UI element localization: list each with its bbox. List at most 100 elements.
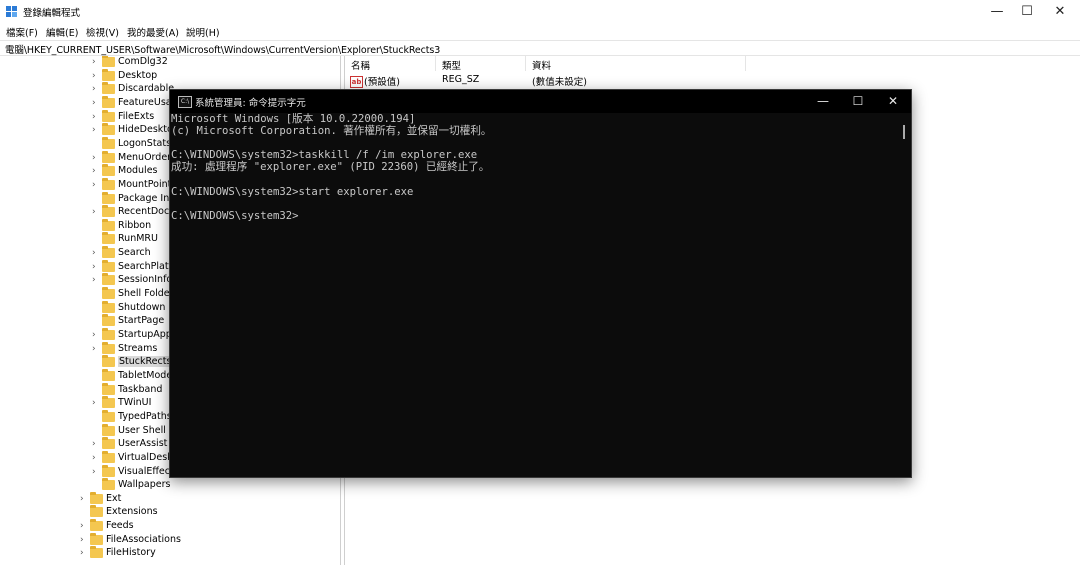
tree-item-label: TWinUI bbox=[118, 397, 152, 409]
chevron-right-icon[interactable]: › bbox=[92, 166, 100, 176]
tree-item-label: Ext bbox=[106, 492, 122, 504]
folder-icon bbox=[102, 82, 115, 95]
chevron-right-icon[interactable]: › bbox=[92, 344, 100, 354]
cmd-line: 成功: 處理程序 "explorer.exe" (PID 22360) 已經終止… bbox=[171, 161, 490, 174]
chevron-right-icon[interactable]: › bbox=[92, 125, 100, 135]
folder-icon bbox=[102, 450, 115, 463]
cmd-title: 系統管理員: 命令提示字元 bbox=[195, 98, 306, 109]
tree-item-label: Shutdown bbox=[118, 301, 166, 313]
chevron-right-icon[interactable]: › bbox=[92, 180, 100, 190]
folder-icon bbox=[102, 246, 115, 259]
chevron-right-icon[interactable]: › bbox=[80, 494, 88, 504]
tree-item-label: Feeds bbox=[106, 520, 134, 532]
chevron-right-icon[interactable]: › bbox=[92, 71, 100, 81]
chevron-right-icon[interactable]: › bbox=[92, 248, 100, 258]
menu-edit[interactable]: 編輯(E) bbox=[46, 25, 78, 39]
cmd-line bbox=[171, 137, 899, 149]
cmd-line: C:\WINDOWS\system32> bbox=[171, 209, 299, 222]
maximize-button[interactable]: ☐ bbox=[1010, 0, 1044, 24]
cmd-minimize-button[interactable]: — bbox=[806, 90, 840, 113]
folder-icon bbox=[102, 232, 115, 245]
cmd-icon: C:\ bbox=[178, 96, 192, 108]
folder-icon bbox=[102, 409, 115, 422]
tree-item-label: UserAssist bbox=[118, 438, 168, 450]
menu-help[interactable]: 說明(H) bbox=[186, 25, 220, 39]
folder-icon bbox=[102, 396, 115, 409]
chevron-right-icon[interactable]: › bbox=[92, 262, 100, 272]
chevron-right-icon[interactable]: › bbox=[92, 453, 100, 463]
minimize-button[interactable]: — bbox=[980, 0, 1014, 24]
column-header-type[interactable]: 類型 bbox=[442, 58, 461, 72]
chevron-right-icon[interactable]: › bbox=[92, 398, 100, 408]
cmd-close-button[interactable]: ✕ bbox=[876, 90, 910, 113]
tree-item-label: Ribbon bbox=[118, 219, 152, 231]
column-divider[interactable] bbox=[435, 56, 436, 71]
chevron-right-icon[interactable]: › bbox=[92, 153, 100, 163]
cmd-titlebar[interactable]: C:\ 系統管理員: 命令提示字元 — ☐ ✕ bbox=[170, 90, 911, 113]
tree-item-label: Desktop bbox=[118, 69, 158, 81]
tree-item-label: FileHistory bbox=[106, 547, 156, 559]
address-path[interactable]: 電腦\HKEY_CURRENT_USER\Software\Microsoft\… bbox=[5, 42, 440, 56]
folder-icon bbox=[90, 491, 103, 504]
folder-icon bbox=[102, 300, 115, 313]
cmd-line: (c) Microsoft Corporation. 著作權所有，並保留一切權利… bbox=[171, 125, 492, 138]
column-header-name[interactable]: 名稱 bbox=[351, 58, 370, 72]
menu-favorites[interactable]: 我的最愛(A) bbox=[127, 25, 179, 39]
folder-icon bbox=[102, 95, 115, 108]
folder-icon bbox=[102, 56, 115, 67]
tree-item-label: SessionInfo bbox=[118, 274, 173, 286]
folder-icon bbox=[102, 205, 115, 218]
folder-icon bbox=[102, 382, 115, 395]
menu-view[interactable]: 檢視(V) bbox=[86, 25, 119, 39]
cmd-line: C:\WINDOWS\system32>start explorer.exe bbox=[171, 185, 414, 198]
chevron-right-icon[interactable]: › bbox=[92, 330, 100, 340]
close-button[interactable]: ✕ bbox=[1043, 0, 1077, 24]
tree-item-label: RunMRU bbox=[118, 233, 158, 245]
chevron-right-icon[interactable]: › bbox=[92, 275, 100, 285]
folder-icon bbox=[102, 423, 115, 436]
folder-icon bbox=[102, 355, 115, 368]
cmd-line: C:\WINDOWS\system32>taskkill /f /im expl… bbox=[171, 149, 478, 162]
command-prompt-window[interactable]: C:\ 系統管理員: 命令提示字元 — ☐ ✕ Microsoft Window… bbox=[169, 89, 912, 478]
chevron-right-icon[interactable]: › bbox=[92, 207, 100, 217]
chevron-right-icon[interactable]: › bbox=[92, 467, 100, 477]
chevron-right-icon[interactable]: › bbox=[80, 535, 88, 545]
chevron-right-icon[interactable]: › bbox=[92, 439, 100, 449]
folder-icon bbox=[102, 150, 115, 163]
cmd-scrollbar-thumb[interactable] bbox=[903, 125, 905, 139]
chevron-right-icon[interactable]: › bbox=[80, 548, 88, 558]
window-titlebar: 登錄編輯程式 — ☐ ✕ bbox=[0, 0, 1080, 24]
folder-icon bbox=[102, 68, 115, 81]
folder-icon bbox=[102, 109, 115, 122]
value-name[interactable]: (預設值) bbox=[364, 74, 400, 88]
chevron-right-icon[interactable]: › bbox=[92, 57, 100, 67]
tree-item-label: Extensions bbox=[106, 506, 158, 518]
folder-icon bbox=[102, 218, 115, 231]
ab-string-icon: ab bbox=[350, 76, 363, 88]
tree-item-label: MenuOrder bbox=[118, 151, 172, 163]
folder-icon bbox=[90, 519, 103, 532]
address-bar[interactable]: 電腦\HKEY_CURRENT_USER\Software\Microsoft\… bbox=[0, 40, 1080, 56]
tree-item-label: Search bbox=[118, 247, 151, 259]
cmd-line bbox=[171, 173, 899, 185]
folder-icon bbox=[102, 437, 115, 450]
folder-icon bbox=[90, 546, 103, 559]
cmd-maximize-button[interactable]: ☐ bbox=[841, 90, 875, 113]
value-type: REG_SZ bbox=[442, 74, 480, 85]
chevron-right-icon[interactable]: › bbox=[80, 521, 88, 531]
chevron-right-icon[interactable]: › bbox=[92, 98, 100, 108]
folder-icon bbox=[102, 287, 115, 300]
column-divider[interactable] bbox=[525, 56, 526, 71]
cmd-line: Microsoft Windows [版本 10.0.22000.194] bbox=[171, 113, 416, 125]
menu-file[interactable]: 檔案(F) bbox=[6, 25, 38, 39]
cmd-console-output[interactable]: Microsoft Windows [版本 10.0.22000.194] (c)… bbox=[171, 113, 899, 475]
tree-item-label: Modules bbox=[118, 165, 158, 177]
chevron-right-icon[interactable]: › bbox=[92, 84, 100, 94]
column-header-data[interactable]: 資料 bbox=[532, 58, 551, 72]
chevron-right-icon[interactable]: › bbox=[92, 112, 100, 122]
folder-icon bbox=[102, 136, 115, 149]
column-divider[interactable] bbox=[745, 56, 746, 71]
folder-icon bbox=[102, 341, 115, 354]
tree-item-label: RecentDocs bbox=[118, 206, 175, 218]
tree-item-label: TabletMode bbox=[118, 369, 173, 381]
